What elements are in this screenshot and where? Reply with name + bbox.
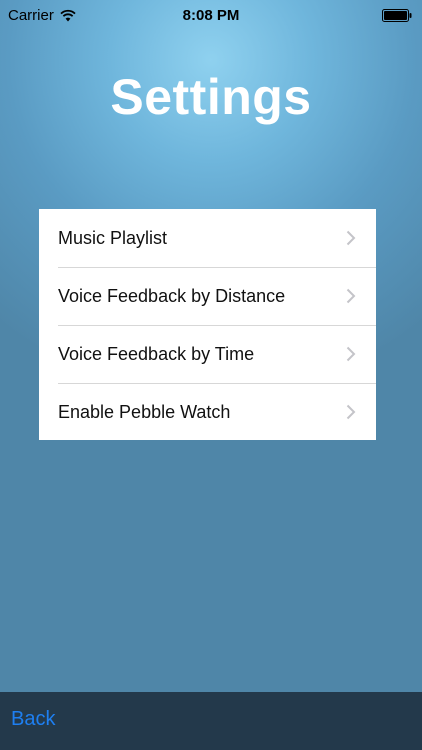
status-bar: Carrier 8:08 PM <box>0 0 422 30</box>
settings-item-music-playlist[interactable]: Music Playlist <box>39 209 376 267</box>
settings-list: Music Playlist Voice Feedback by Distanc… <box>39 209 376 440</box>
settings-item-label: Voice Feedback by Distance <box>58 285 286 306</box>
chevron-right-icon <box>346 288 356 304</box>
battery-icon <box>382 9 412 22</box>
back-button[interactable]: Back <box>11 708 55 731</box>
bottom-toolbar: Back <box>0 692 422 750</box>
chevron-right-icon <box>346 346 356 362</box>
page-title: Settings <box>110 69 312 125</box>
settings-item-label: Enable Pebble Watch <box>58 401 231 422</box>
settings-item-voice-feedback-distance[interactable]: Voice Feedback by Distance <box>39 267 376 325</box>
settings-item-label: Voice Feedback by Time <box>58 343 255 364</box>
settings-item-voice-feedback-time[interactable]: Voice Feedback by Time <box>39 325 376 383</box>
chevron-right-icon <box>346 404 356 420</box>
status-time: 8:08 PM <box>182 7 240 24</box>
chevron-right-icon <box>346 230 356 246</box>
settings-item-pebble-watch[interactable]: Enable Pebble Watch <box>39 383 376 441</box>
settings-item-label: Music Playlist <box>58 227 168 248</box>
